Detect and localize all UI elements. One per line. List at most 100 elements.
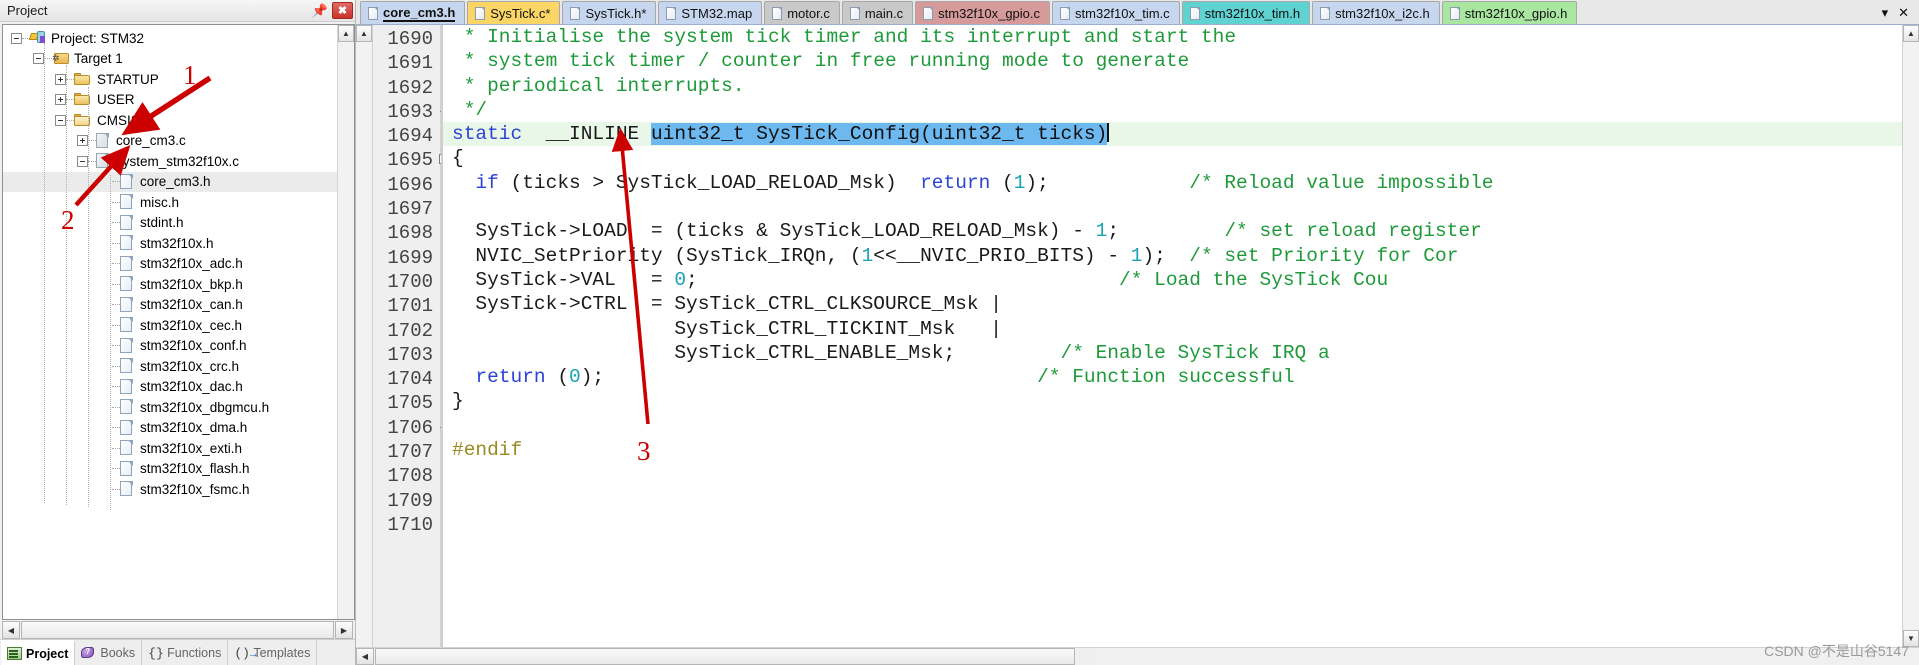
tree-item-stm32f10x-crc-h[interactable]: stm32f10x_crc.h	[3, 356, 337, 377]
editor-tab-stm32f10x-tim-h[interactable]: stm32f10x_tim.h	[1181, 1, 1311, 24]
code-text: SysTick_CTRL_ENABLE_Msk;	[452, 341, 1061, 364]
code-line[interactable]: SysTick->LOAD = (ticks & SysTick_LOAD_RE…	[443, 219, 1902, 243]
code-line[interactable]	[443, 511, 1902, 535]
tree-item-stm32f10x-dac-h[interactable]: stm32f10x_dac.h	[3, 377, 337, 398]
code-line[interactable]: NVIC_SetPriority (SysTick_IRQn, (1<<__NV…	[443, 244, 1902, 268]
code-line[interactable]: * periodical interrupts.	[443, 74, 1902, 98]
scroll-track[interactable]	[356, 42, 372, 647]
code-line[interactable]: #endif	[443, 438, 1902, 462]
code-line[interactable]: {	[443, 146, 1902, 170]
bottom-tab-functions[interactable]: {} Functions	[142, 640, 229, 665]
editor-right-scrollbar[interactable]: ▲ ▼	[1902, 25, 1919, 647]
project-tree[interactable]: Project: STM32 ✲ Target 1 STARTUP USER CMSIS c…	[3, 25, 337, 619]
editor-tab-stm32f10x-tim-c[interactable]: stm32f10x_tim.c	[1052, 1, 1180, 24]
tree-item-stm32f10x-cec-h[interactable]: stm32f10x_cec.h	[3, 315, 337, 336]
scroll-thumb[interactable]	[21, 621, 334, 639]
bottom-tab-templates[interactable]: ()→ Templates	[228, 640, 318, 665]
tree-item-system-stm32f10x-c[interactable]: system_stm32f10x.c	[3, 151, 337, 172]
editor-tab-stm32f10x-gpio-h[interactable]: stm32f10x_gpio.h	[1441, 1, 1578, 24]
collapse-icon[interactable]	[33, 53, 44, 65]
tree-item-stm32f10x-exti-h[interactable]: stm32f10x_exti.h	[3, 438, 337, 459]
collapse-icon[interactable]	[77, 155, 88, 167]
collapse-icon[interactable]	[11, 32, 22, 44]
tree-item-user[interactable]: USER	[3, 90, 337, 111]
editor-tab-stm32-map[interactable]: STM32.map	[658, 1, 763, 24]
code-text-area[interactable]: * Initialise the system tick timer and i…	[441, 25, 1902, 647]
bottom-tab-books[interactable]: ? Books	[75, 640, 143, 665]
bottom-tab-label: Project	[26, 646, 69, 661]
code-line[interactable]: * Initialise the system tick timer and i…	[443, 25, 1902, 49]
tree-item-stm32f10x-conf-h[interactable]: stm32f10x_conf.h	[3, 336, 337, 357]
line-number: 1695-	[373, 148, 449, 172]
code-line[interactable]	[443, 462, 1902, 486]
code-comment: * system tick timer / counter in free ru…	[452, 50, 1190, 73]
close-icon[interactable]: ✖	[332, 2, 353, 19]
scroll-track[interactable]	[1903, 42, 1919, 630]
code-text: }	[452, 390, 464, 413]
tree-item-startup[interactable]: STARTUP	[3, 69, 337, 90]
code-line[interactable]: static __INLINE uint32_t SysTick_Config(…	[443, 122, 1902, 147]
editor-tab-bar[interactable]: core_cm3.h SysTick.c* SysTick.h* STM32.map m…	[356, 0, 1919, 25]
editor-tab-systick-c-[interactable]: SysTick.c*	[467, 1, 561, 24]
tree-item-stm32f10x-bkp-h[interactable]: stm32f10x_bkp.h	[3, 274, 337, 295]
editor-left-scrollbar[interactable]: ▲	[356, 25, 373, 647]
chevron-down-icon[interactable]: ▾	[1882, 5, 1889, 21]
tree-item-core-cm3-c[interactable]: core_cm3.c	[3, 131, 337, 152]
scroll-right-arrow-icon[interactable]: ▶	[335, 621, 353, 639]
tree-item-stm32f10x-adc-h[interactable]: stm32f10x_adc.h	[3, 254, 337, 275]
editor-tab-core-cm3-h[interactable]: core_cm3.h	[360, 1, 466, 24]
tree-item-stm32f10x-flash-h[interactable]: stm32f10x_flash.h	[3, 459, 337, 480]
code-line[interactable]: if (ticks > SysTick_LOAD_RELOAD_Msk) ret…	[443, 171, 1902, 195]
tree-item-target-1[interactable]: ✲ Target 1	[3, 49, 337, 70]
tree-item-project-stm32[interactable]: Project: STM32	[3, 28, 337, 49]
project-panel: Project 📌 ✖ Project: STM32 ✲ Target 1 START…	[0, 0, 356, 665]
editor-tab-motor-c[interactable]: motor.c	[764, 1, 840, 24]
tree-item-misc-h[interactable]: misc.h	[3, 192, 337, 213]
expand-icon[interactable]	[77, 135, 88, 147]
scroll-up-arrow-icon[interactable]: ▲	[1903, 25, 1919, 42]
code-text: SysTick->CTRL = SysTick_CTRL_CLKSOURCE_M…	[452, 293, 1002, 316]
code-number: 0	[569, 366, 581, 389]
scroll-left-arrow-icon[interactable]: ◀	[356, 648, 374, 665]
code-line[interactable]: SysTick->CTRL = SysTick_CTRL_CLKSOURCE_M…	[443, 292, 1902, 316]
scroll-left-arrow-icon[interactable]: ◀	[2, 621, 20, 639]
pin-icon[interactable]: 📌	[311, 2, 329, 20]
code-line[interactable]	[443, 414, 1902, 438]
code-line[interactable]: */	[443, 98, 1902, 122]
tree-item-stm32f10x-dbgmcu-h[interactable]: stm32f10x_dbgmcu.h	[3, 397, 337, 418]
expand-icon[interactable]	[55, 73, 66, 85]
code-line[interactable]: return (0); /* Function successful	[443, 365, 1902, 389]
scroll-up-arrow-icon[interactable]: ▲	[338, 25, 354, 42]
tree-item-cmsis[interactable]: CMSIS	[3, 110, 337, 131]
editor-tab-stm32f10x-gpio-c[interactable]: stm32f10x_gpio.c	[915, 1, 1051, 24]
code-number: 1	[1095, 220, 1108, 243]
code-line[interactable]	[443, 195, 1902, 219]
editor-tab-main-c[interactable]: main.c	[841, 1, 914, 24]
scroll-track[interactable]	[338, 42, 354, 619]
tree-item-stm32f10x-fsmc-h[interactable]: stm32f10x_fsmc.h	[3, 479, 337, 500]
project-tree-horizontal-scrollbar[interactable]: ◀ ▶	[2, 621, 353, 639]
expand-icon[interactable]	[55, 94, 66, 106]
code-line[interactable]: SysTick->VAL = 0; /* Load the SysTick Co…	[443, 268, 1902, 292]
code-line[interactable]: * system tick timer / counter in free ru…	[443, 49, 1902, 73]
tree-item-stm32f10x-dma-h[interactable]: stm32f10x_dma.h	[3, 418, 337, 439]
project-panel-bottom-tabs[interactable]: Project ? Books{} Functions ()→ Templates	[0, 639, 355, 665]
tree-item-stm32f10x-can-h[interactable]: stm32f10x_can.h	[3, 295, 337, 316]
scroll-thumb[interactable]	[375, 648, 1075, 665]
code-line[interactable]: }	[443, 389, 1902, 413]
bottom-tab-project[interactable]: Project	[1, 640, 76, 665]
collapse-icon[interactable]	[55, 114, 66, 126]
editor-tab-systick-h-[interactable]: SysTick.h*	[562, 1, 657, 24]
code-line[interactable]	[443, 487, 1902, 511]
tree-item-stdint-h[interactable]: stdint.h	[3, 213, 337, 234]
scroll-up-arrow-icon[interactable]: ▲	[356, 25, 372, 42]
tree-item-core-cm3-h[interactable]: core_cm3.h	[3, 171, 337, 192]
project-tree-vertical-scrollbar[interactable]: ▲	[337, 25, 354, 619]
scroll-track[interactable]	[1076, 648, 1094, 665]
tree-item-stm32f10x-h[interactable]: stm32f10x.h	[3, 233, 337, 254]
close-icon[interactable]: ✕	[1898, 5, 1909, 21]
editor-tab-stm32f10x-i2c-h[interactable]: stm32f10x_i2c.h	[1312, 1, 1440, 24]
code-line[interactable]: SysTick_CTRL_TICKINT_Msk |	[443, 317, 1902, 341]
editor-horizontal-scrollbar[interactable]: ◀	[356, 647, 1919, 665]
code-line[interactable]: SysTick_CTRL_ENABLE_Msk; /* Enable SysTi…	[443, 341, 1902, 365]
